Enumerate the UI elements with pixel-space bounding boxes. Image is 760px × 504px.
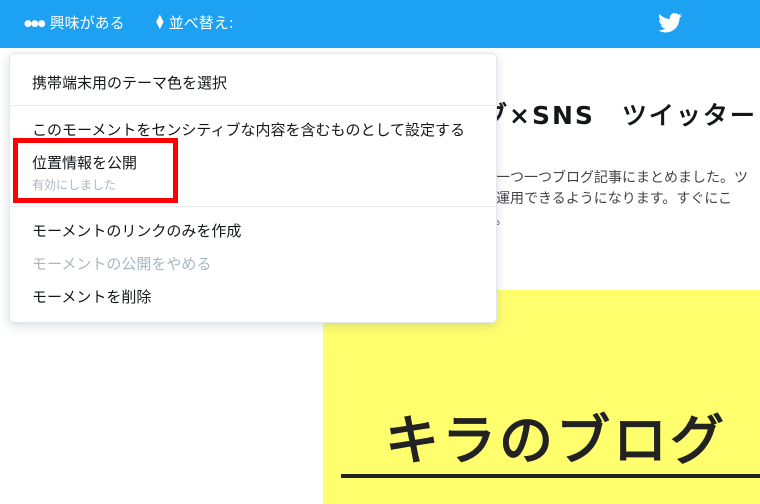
menu-divider — [10, 105, 496, 106]
sort-arrows-icon: ▲ ▼ — [156, 13, 164, 31]
menu-item-delete[interactable]: モーメントを削除 — [32, 286, 151, 307]
cover-image-underline — [341, 474, 760, 478]
moment-title: ブ×SNS ツイッター — [482, 101, 757, 130]
menu-item-sensitive[interactable]: このモーメントをセンシティブな内容を含むものとして設定する — [32, 119, 465, 140]
interest-button[interactable]: ●●● 興味がある — [24, 0, 125, 44]
more-dots-icon: ●●● — [24, 19, 46, 29]
interest-label: 興味がある — [49, 13, 125, 32]
sort-button[interactable]: ▲ ▼ 並べ替え: — [156, 0, 234, 44]
moment-description: ー一つ一つブログ記事にまとめました。ツ く運用できるようになります。すぐにこ す… — [482, 168, 760, 231]
menu-divider — [10, 206, 496, 207]
sort-label: 並べ替え: — [168, 13, 234, 32]
highlight-annotation-box — [13, 138, 178, 203]
cover-image-text: キラのブログ — [385, 409, 727, 472]
twitter-bird-icon[interactable] — [658, 13, 682, 33]
description-line: す。 — [482, 210, 760, 231]
menu-item-unpublish: モーメントの公開をやめる — [32, 255, 212, 273]
description-line: ー一つ一つブログ記事にまとめました。ツ — [482, 170, 748, 186]
menu-item-link-only[interactable]: モーメントのリンクのみを作成 — [32, 220, 241, 241]
top-navigation-bar: ●●● 興味がある ▲ ▼ 並べ替え: — [0, 0, 760, 48]
description-line: く運用できるようになります。すぐにこ — [482, 191, 733, 207]
menu-item-theme-color[interactable]: 携帯端末用のテーマ色を選択 — [32, 72, 227, 93]
